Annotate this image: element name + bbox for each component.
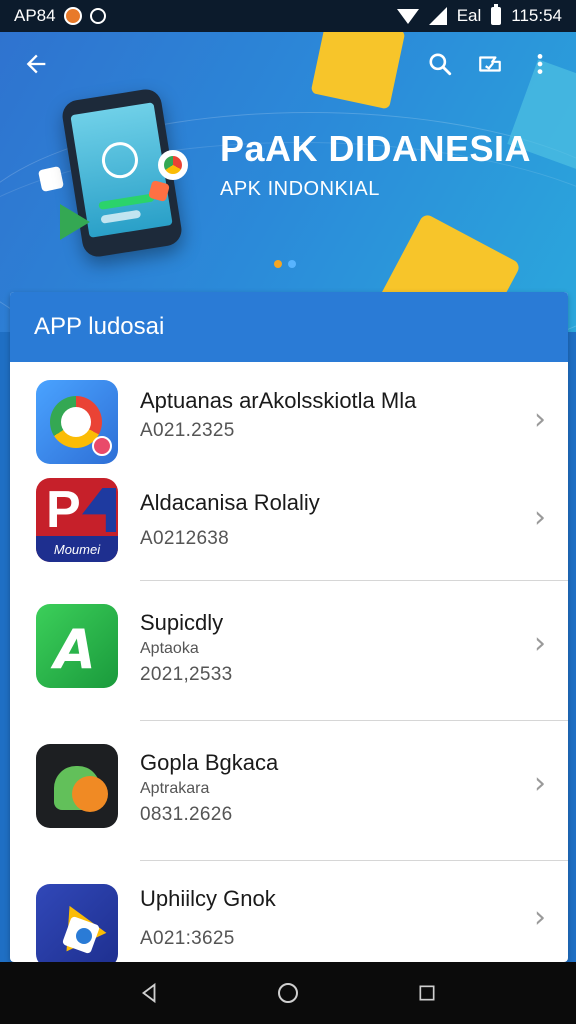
list-header-title: APP ludosai	[34, 313, 165, 340]
app-version: A021.2325	[140, 420, 235, 441]
app-icon-label: Moumei	[36, 536, 118, 562]
header-banner: PaAK DIDANESIA APK INDONKIAL	[0, 32, 576, 332]
decor-tile	[37, 165, 65, 193]
app-category: Aptrakara	[140, 780, 210, 797]
back-button[interactable]	[18, 46, 54, 82]
carousel-indicator	[274, 260, 296, 268]
chrome-icon	[36, 380, 118, 464]
app-name: Uphiilcy Gnok	[140, 886, 276, 911]
share-icon	[479, 56, 501, 72]
app-toolbar	[0, 32, 576, 96]
search-icon	[429, 53, 452, 76]
android-icon	[36, 744, 118, 828]
network-label: Eal	[456, 6, 482, 25]
status-bar: AP84 Eal 115:54	[0, 0, 576, 32]
chevron-right-icon: ›	[534, 626, 546, 661]
p4-moumei-icon: P Moumei	[36, 478, 118, 562]
share-button[interactable]	[472, 46, 508, 82]
overflow-menu-button[interactable]	[522, 46, 558, 82]
back-arrow-icon	[26, 54, 46, 74]
system-nav-bar	[0, 962, 576, 1024]
app-version: 0831.2626	[140, 804, 233, 825]
divider	[140, 720, 568, 721]
app-name: Aldacanisa Rolaliy	[140, 490, 320, 515]
divider	[140, 860, 568, 861]
chevron-right-icon: ›	[534, 766, 546, 801]
app-name: Aptuanas arAkolsskiotla Mla	[140, 388, 417, 413]
app-version: A021:3625	[140, 928, 235, 949]
list-item[interactable]: Uphiilcy Gnok A021:3625 ›	[10, 876, 568, 962]
app-version: 2021,2533	[140, 664, 233, 685]
play-store-icon	[60, 204, 90, 240]
more-vert-icon	[537, 54, 543, 74]
app-category: Aptaoka	[140, 640, 199, 657]
app-name: Supicdly	[140, 610, 224, 635]
chevron-right-icon: ›	[534, 500, 546, 535]
wifi-icon	[396, 8, 419, 24]
chrome-icon	[158, 150, 188, 180]
app-list-card: APP ludosai Aptuanas arAkolsskiotla Mla …	[10, 292, 568, 962]
sync-icon	[89, 8, 106, 24]
green-a-icon: A	[36, 604, 118, 688]
screen: AP84 Eal 115:54 PaAK DIDANESIA APK INDON…	[0, 0, 576, 1024]
chevron-right-icon: ›	[534, 402, 546, 437]
nav-home-button[interactable]	[268, 973, 308, 1013]
progress-decor	[98, 193, 155, 210]
app-name: Gopla Bgkaca	[140, 750, 279, 775]
drive-icon	[36, 884, 118, 962]
circle-home-icon	[277, 983, 298, 1003]
signal-icon	[428, 7, 447, 25]
app-version: A0212638	[140, 528, 230, 549]
progress-decor	[100, 209, 142, 224]
nav-recents-button[interactable]	[407, 973, 447, 1013]
list-item[interactable]: Aptuanas arAkolsskiotla Mla A021.2325 ›	[10, 378, 568, 468]
carrier-label: AP84	[14, 6, 56, 25]
search-button[interactable]	[422, 46, 458, 82]
nav-back-button[interactable]	[129, 973, 169, 1013]
dial-icon	[99, 139, 141, 181]
list-item[interactable]: Gopla Bgkaca Aptrakara 0831.2626 ›	[10, 736, 568, 836]
banner-subtitle: APK INDONKIAL	[220, 178, 380, 200]
battery-icon	[491, 4, 502, 25]
list-header: APP ludosai	[10, 292, 568, 362]
banner-title: PaAK DIDANESIA	[220, 128, 532, 169]
clock: 115:54	[511, 6, 562, 25]
list-item[interactable]: P Moumei Aldacanisa Rolaliy A0212638 ›	[10, 476, 568, 566]
divider	[140, 580, 568, 581]
carousel-dot-active[interactable]	[274, 260, 282, 268]
notification-app-icon	[63, 7, 82, 25]
carousel-dot[interactable]	[288, 260, 296, 268]
square-recents-icon	[419, 985, 435, 1001]
triangle-back-icon	[142, 982, 156, 1004]
chevron-right-icon: ›	[534, 900, 546, 935]
list-item[interactable]: A Supicdly Aptaoka 2021,2533 ›	[10, 596, 568, 696]
